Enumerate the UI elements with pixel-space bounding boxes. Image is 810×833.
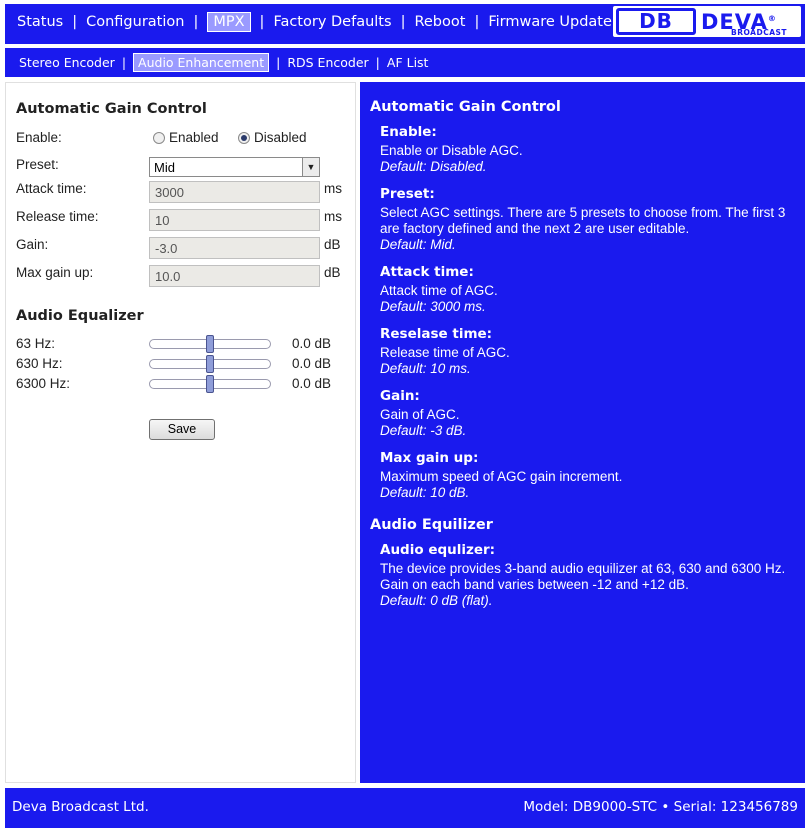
help-panel: Automatic Gain Control Enable: Enable or… [360,82,805,783]
preset-select[interactable]: Mid ▼ [149,157,320,177]
eq-band-63-value: 0.0 dB [292,336,332,351]
radio-enabled-circle[interactable] [153,131,165,144]
help-agc-title: Automatic Gain Control [370,99,561,115]
disabled-option-label: Disabled [254,130,307,145]
gain-label: Gain: [16,237,49,252]
eq-band-63-label: 63 Hz: [16,336,56,351]
help-item-attack-time: Attack time: Attack time of AGC. Default… [380,264,498,314]
max-gain-up-unit: dB [324,265,341,280]
sub-nav-links: Stereo Encoder | Audio Enhancement | RDS Enc… [19,53,429,72]
help-item-gain: Gain: Gain of AGC. Default: -3 dB. [380,388,467,438]
release-time-unit: ms [324,209,342,224]
preset-label: Preset: [16,157,59,172]
help-item-max-gain-up: Max gain up: Maximum speed of AGC gain i… [380,450,623,500]
subnav-item-af-list[interactable]: AF List [387,55,429,70]
preset-value: Mid [154,160,175,175]
enable-label: Enable: [16,130,62,145]
slider-thumb[interactable] [206,355,214,373]
page: Status | Configuration | MPX | Factory Default… [0,0,810,833]
attack-time-label: Attack time: [16,181,87,196]
subnav-item-audio-enhancement[interactable]: Audio Enhancement [133,53,270,72]
eq-band-6300-slider[interactable] [149,375,271,393]
footer-company: Deva Broadcast Ltd. [12,799,149,815]
settings-panel: Automatic Gain Control Enable: Enabled D… [5,82,356,783]
eq-band-630-label: 630 Hz: [16,356,63,371]
eq-band-630-slider[interactable] [149,355,271,373]
nav-item-mpx[interactable]: MPX [207,12,251,32]
max-gain-up-field[interactable]: 10.0 [149,265,320,287]
disabled-radio[interactable]: Disabled [238,130,307,145]
radio-disabled-circle[interactable] [238,131,250,144]
help-item-audio-equalizer: Audio equlizer: The device provides 3-ba… [380,542,786,608]
eq-band-630-value: 0.0 dB [292,356,332,371]
help-item-release-time: Reselase time: Release time of AGC. Defa… [380,326,510,376]
help-item-enable: Enable: Enable or Disable AGC. Default: … [380,124,523,174]
subnav-item-stereo-encoder[interactable]: Stereo Encoder [19,55,115,70]
chevron-down-icon[interactable]: ▼ [302,158,319,176]
nav-item-status[interactable]: Status [17,14,63,30]
save-button[interactable]: Save [149,419,215,440]
release-time-field[interactable]: 10 [149,209,320,231]
top-nav-links: Status | Configuration | MPX | Factory Default… [17,12,612,32]
eq-band-6300-value: 0.0 dB [292,376,332,391]
logo-subtitle: BROADCAST [731,28,788,37]
eq-band-63-slider[interactable] [149,335,271,353]
eq-section-title: Audio Equalizer [16,308,144,324]
agc-section-title: Automatic Gain Control [16,101,207,117]
attack-time-unit: ms [324,181,342,196]
max-gain-up-label: Max gain up: [16,265,94,280]
logo-mark: DB [616,8,696,35]
gain-field[interactable]: -3.0 [149,237,320,259]
slider-thumb[interactable] [206,335,214,353]
enabled-option-label: Enabled [169,130,219,145]
attack-time-field[interactable]: 3000 [149,181,320,203]
footer: Deva Broadcast Ltd. Model: DB9000-STC • … [5,788,805,828]
gain-unit: dB [324,237,341,252]
nav-item-configuration[interactable]: Configuration [86,14,184,30]
footer-model-serial: Model: DB9000-STC • Serial: 123456789 [523,799,798,815]
subnav-item-rds-encoder[interactable]: RDS Encoder [287,55,368,70]
help-eq-title: Audio Equilizer [370,517,493,533]
enabled-radio[interactable]: Enabled [153,130,219,145]
deva-broadcast-logo: DB DEVA® BROADCAST [613,6,801,37]
nav-item-factory-defaults[interactable]: Factory Defaults [273,14,391,30]
sub-navigation: Stereo Encoder | Audio Enhancement | RDS Enc… [5,48,805,77]
help-item-preset: Preset: Select AGC settings. There are 5… [380,186,786,252]
nav-item-firmware-update[interactable]: Firmware Update [488,14,612,30]
eq-band-6300-label: 6300 Hz: [16,376,71,391]
slider-thumb[interactable] [206,375,214,393]
release-time-label: Release time: [16,209,99,224]
nav-item-reboot[interactable]: Reboot [414,14,465,30]
